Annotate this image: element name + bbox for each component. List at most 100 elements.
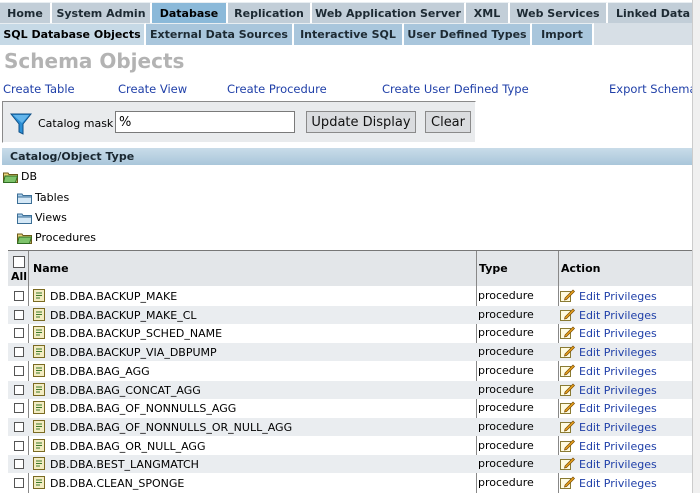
table-header: All Name Type Action — [8, 251, 692, 286]
action-links: Create Table Create View Create Procedur… — [0, 82, 700, 98]
select-all-checkbox[interactable] — [13, 256, 25, 268]
edit-privileges-link[interactable]: Edit Privileges — [579, 346, 657, 359]
edit-icon — [560, 383, 575, 396]
edit-privileges-link[interactable]: Edit Privileges — [579, 458, 657, 471]
open-folder-icon — [17, 233, 32, 244]
create-view-link[interactable]: Create View — [118, 82, 187, 96]
edit-privileges-link[interactable]: Edit Privileges — [579, 402, 657, 415]
table-row: DB.DBA.CLEAN_SPONGE procedure Edit Privile… — [8, 474, 692, 492]
vertical-scrollbar[interactable] — [692, 0, 700, 493]
tab-web-application-server[interactable]: Web Application Server — [312, 2, 466, 23]
folder-icon — [17, 213, 32, 224]
tab-database[interactable]: Database — [152, 2, 228, 23]
row-type: procedure — [478, 326, 534, 340]
edit-icon — [560, 439, 575, 452]
row-type: procedure — [478, 457, 534, 471]
table-row: DB.DBA.BACKUP_SCHED_NAME procedure Edit Pr… — [8, 324, 692, 342]
edit-privileges-link[interactable]: Edit Privileges — [579, 309, 657, 322]
tab-web-services[interactable]: Web Services — [510, 2, 608, 23]
open-folder-icon — [3, 172, 18, 183]
table-row: DB.DBA.BACKUP_MAKE procedure Edit Privileg… — [8, 287, 692, 305]
catalog-filter-panel: Catalog mask Update Display Clear — [2, 101, 476, 143]
page-title: Schema Objects — [4, 49, 185, 73]
create-procedure-link[interactable]: Create Procedure — [227, 82, 327, 96]
create-table-link[interactable]: Create Table — [3, 82, 75, 96]
row-checkbox[interactable] — [14, 365, 24, 376]
table-row: DB.DBA.BAG_OR_NULL_AGG procedure Edit Priv… — [8, 437, 692, 455]
row-checkbox[interactable] — [14, 440, 24, 451]
tree-node-procedures[interactable]: Procedures — [17, 231, 96, 244]
row-checkbox[interactable] — [14, 328, 24, 339]
subtab-sql-database-objects[interactable]: SQL Database Objects — [0, 23, 146, 45]
edit-privileges-link[interactable]: Edit Privileges — [579, 290, 657, 303]
column-header-name: Name — [33, 262, 69, 275]
select-all-label: All — [11, 270, 28, 283]
subtab-interactive-sql[interactable]: Interactive SQL — [294, 23, 404, 45]
row-checkbox[interactable] — [14, 459, 24, 470]
row-type: procedure — [478, 382, 534, 396]
row-name: DB.DBA.BAG_AGG — [50, 364, 150, 378]
catalog-mask-label: Catalog mask — [38, 117, 114, 130]
edit-icon — [560, 308, 575, 321]
sub-tab-bar: SQL Database Objects External Data Sourc… — [0, 23, 700, 45]
row-type: procedure — [478, 307, 534, 321]
create-user-defined-type-link[interactable]: Create User Defined Type — [382, 82, 529, 96]
catalog-tree: DB Tables Views Procedures — [2, 166, 692, 250]
main-tab-bar: Home System Admin Database Replication W… — [0, 2, 700, 23]
row-checkbox[interactable] — [14, 403, 24, 414]
column-header-type: Type — [479, 262, 508, 275]
row-type: procedure — [478, 363, 534, 377]
procedure-icon — [33, 326, 45, 340]
subtab-import[interactable]: Import — [532, 23, 594, 45]
row-name: DB.DBA.BACKUP_VIA_DBPUMP — [50, 346, 217, 360]
subtab-user-defined-types[interactable]: User Defined Types — [404, 23, 532, 45]
table-row: DB.DBA.BAG_AGG procedure Edit Privileges — [8, 362, 692, 380]
table-row: DB.DBA.BEST_LANGMATCH procedure Edit Privi… — [8, 455, 692, 474]
clear-button[interactable]: Clear — [425, 111, 471, 133]
catalog-mask-input[interactable] — [115, 111, 295, 133]
procedure-icon — [33, 382, 45, 396]
tab-linked-data[interactable]: Linked Data — [608, 2, 700, 23]
row-checkbox[interactable] — [14, 421, 24, 432]
row-checkbox[interactable] — [14, 309, 24, 320]
update-display-button[interactable]: Update Display — [306, 111, 416, 133]
tree-node-tables[interactable]: Tables — [17, 191, 69, 204]
tree-node-views[interactable]: Views — [17, 211, 67, 224]
tab-xml[interactable]: XML — [466, 2, 510, 23]
edit-privileges-link[interactable]: Edit Privileges — [579, 384, 657, 397]
tree-label-tables: Tables — [35, 191, 70, 204]
tab-home[interactable]: Home — [0, 2, 52, 23]
row-name: DB.DBA.BACKUP_MAKE — [50, 290, 178, 303]
edit-icon — [560, 457, 575, 471]
edit-privileges-link[interactable]: Edit Privileges — [579, 421, 657, 434]
row-type: procedure — [478, 438, 534, 452]
export-schema-link[interactable]: Export Schema — [609, 82, 697, 96]
tab-replication[interactable]: Replication — [228, 2, 312, 23]
row-checkbox[interactable] — [14, 384, 24, 395]
row-checkbox[interactable] — [14, 478, 24, 488]
edit-icon — [560, 345, 575, 359]
row-name: DB.DBA.BAG_OF_NONNULLS_AGG — [50, 402, 237, 416]
folder-icon — [17, 193, 32, 204]
row-type: procedure — [478, 401, 534, 415]
table-row: DB.DBA.BAG_OF_NONNULLS_AGG procedure Edit … — [8, 399, 692, 417]
row-name: DB.DBA.BACKUP_SCHED_NAME — [50, 327, 223, 341]
row-checkbox[interactable] — [14, 347, 24, 358]
edit-icon — [560, 420, 575, 433]
edit-privileges-link[interactable]: Edit Privileges — [579, 440, 657, 453]
row-checkbox[interactable] — [14, 291, 24, 301]
row-name: DB.DBA.BEST_LANGMATCH — [50, 458, 199, 472]
procedure-icon — [33, 476, 45, 489]
tab-system-admin[interactable]: System Admin — [52, 2, 152, 23]
subtab-external-data-sources[interactable]: External Data Sources — [146, 23, 294, 45]
tree-node-db[interactable]: DB — [3, 170, 37, 183]
procedure-icon — [33, 401, 45, 415]
edit-privileges-link[interactable]: Edit Privileges — [579, 327, 657, 340]
tree-label-procedures: Procedures — [35, 231, 96, 244]
procedure-icon — [33, 419, 45, 433]
edit-privileges-link[interactable]: Edit Privileges — [579, 365, 657, 378]
edit-privileges-link[interactable]: Edit Privileges — [579, 477, 657, 490]
catalog-object-type-header: Catalog/Object Type — [2, 148, 692, 165]
row-type: procedure — [478, 345, 534, 359]
table-row: DB.DBA.BACKUP_VIA_DBPUMP procedure Edit Pr… — [8, 343, 692, 362]
